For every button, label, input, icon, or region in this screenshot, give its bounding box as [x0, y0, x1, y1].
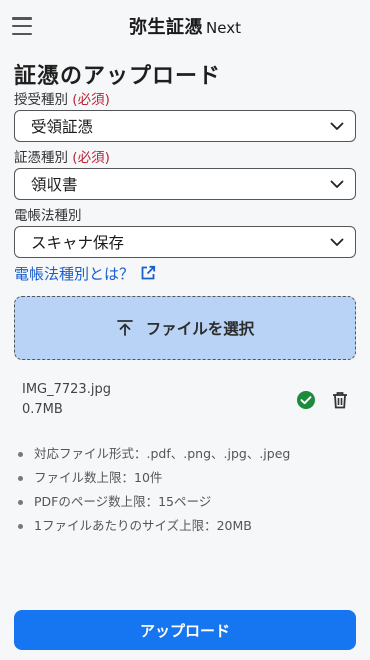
chevron-down-icon: [330, 180, 344, 188]
document-type-field: 証憑種別 (必須) 領収書: [14, 148, 356, 200]
list-item: ファイル数上限：10件: [14, 466, 356, 490]
trash-icon[interactable]: [330, 390, 350, 410]
ledger-type-select[interactable]: スキャナ保存: [14, 226, 356, 258]
file-name: IMG_7723.jpg: [22, 382, 111, 397]
chevron-down-icon: [330, 122, 344, 130]
file-select-label: ファイルを選択: [145, 320, 255, 338]
document-type-label: 証憑種別 (必須): [14, 148, 356, 168]
required-marker: (必須): [72, 150, 110, 166]
help-link-row: 電帳法種別とは？: [14, 258, 356, 288]
file-select-dropzone[interactable]: ファイルを選択: [14, 296, 356, 360]
transaction-type-field: 授受種別 (必須) 受領証憑: [14, 90, 356, 142]
page-title: 証憑のアップロード: [14, 64, 222, 89]
hamburger-menu-icon[interactable]: [12, 17, 32, 35]
check-circle-icon: [297, 391, 315, 409]
file-size: 0.7MB: [22, 402, 63, 417]
document-type-select[interactable]: 領収書: [14, 168, 356, 200]
file-info: IMG_7723.jpg 0.7MB: [22, 380, 296, 420]
logo-main-text: 弥生証憑: [129, 17, 204, 38]
logo-sub-text: Next: [206, 19, 241, 37]
uploaded-file-item: IMG_7723.jpg 0.7MB: [22, 378, 356, 422]
document-type-value: 領収書: [31, 176, 78, 194]
upload-icon: [116, 320, 133, 336]
ledger-type-value: スキャナ保存: [31, 234, 125, 252]
transaction-type-value: 受領証憑: [31, 118, 94, 136]
transaction-type-label-text: 授受種別: [14, 92, 68, 108]
transaction-type-label: 授受種別 (必須): [14, 90, 356, 110]
chevron-down-icon: [330, 238, 344, 246]
upload-button[interactable]: アップロード: [14, 610, 356, 650]
document-type-label-text: 証憑種別: [14, 150, 68, 166]
list-item: 1ファイルあたりのサイズ上限：20MB: [14, 514, 356, 538]
external-link-icon[interactable]: [140, 265, 156, 281]
app-logo: 弥生証憑 Next: [129, 13, 241, 39]
ledger-type-label: 電帳法種別: [14, 208, 82, 224]
list-item: PDFのページ数上限：15ページ: [14, 490, 356, 514]
upload-notes-list: 対応ファイル形式：.pdf、.png、.jpg、.jpeg ファイル数上限：10…: [14, 442, 356, 538]
ledger-type-field: 電帳法種別 スキャナ保存: [14, 206, 356, 258]
app-header: 弥生証憑 Next: [0, 0, 370, 52]
required-marker: (必須): [72, 92, 110, 108]
ledger-type-help-link[interactable]: 電帳法種別とは？: [14, 263, 134, 284]
list-item: 対応ファイル形式：.pdf、.png、.jpg、.jpeg: [14, 442, 356, 466]
transaction-type-select[interactable]: 受領証憑: [14, 110, 356, 142]
